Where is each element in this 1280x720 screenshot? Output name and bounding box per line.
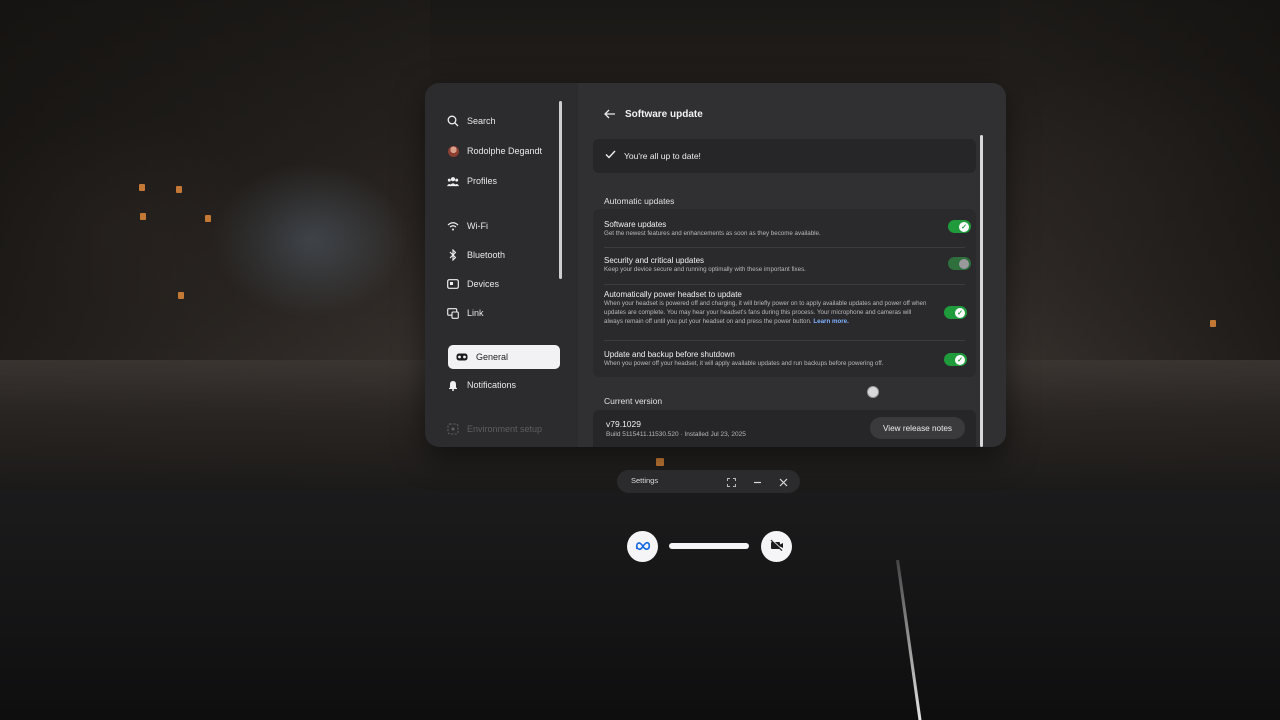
sidebar-item-label: Link	[467, 308, 484, 318]
check-icon: ✓	[959, 221, 969, 232]
sidebar-item-label: Wi-Fi	[467, 221, 488, 231]
setting-description: Keep your device secure and running opti…	[604, 266, 806, 273]
window-title: Settings	[631, 476, 659, 485]
settings-main: Software update You're all up to date! A…	[578, 83, 1006, 447]
setting-title: Update and backup before shutdown	[604, 350, 735, 359]
environment-light	[656, 458, 664, 466]
environment-light	[205, 215, 211, 222]
setting-description: Get the newest features and enhancements…	[604, 230, 821, 237]
sidebar-item-label: General	[476, 352, 509, 362]
back-arrow-icon[interactable]	[604, 108, 616, 121]
sidebar-item-profiles[interactable]: Profiles	[447, 169, 497, 193]
wifi-icon	[447, 220, 459, 232]
main-scrollbar[interactable]	[980, 135, 983, 447]
settings-panel: Search Rodolphe Degandt Profiles Wi-Fi B…	[425, 83, 1006, 447]
setting-update-before-shutdown[interactable]: Update and backup before shutdown When y…	[604, 350, 964, 369]
sidebar-item-label: Rodolphe Degandt	[467, 146, 543, 156]
setting-title: Automatically power headset to update	[604, 290, 742, 299]
check-icon	[605, 150, 616, 162]
camera-button[interactable]	[761, 531, 792, 562]
divider	[604, 284, 965, 285]
update-status-text: You're all up to date!	[624, 151, 701, 161]
view-release-notes-button[interactable]: View release notes	[870, 417, 965, 439]
sidebar-item-label: Devices	[467, 279, 500, 289]
check-icon: ✓	[955, 354, 965, 365]
search-icon	[447, 115, 459, 127]
setting-title: Security and critical updates	[604, 256, 705, 265]
sidebar-item-label: Search	[467, 116, 496, 126]
sidebar-item-link[interactable]: Link	[447, 301, 484, 325]
link-icon	[447, 307, 459, 319]
meta-logo-icon	[635, 538, 651, 556]
avatar	[447, 145, 459, 157]
setting-software-updates[interactable]: Software updates Get the newest features…	[604, 220, 964, 239]
version-number: v79.1029	[606, 419, 641, 429]
minimize-icon[interactable]	[749, 474, 765, 490]
environment-floor	[0, 490, 1280, 720]
expand-icon[interactable]	[723, 474, 739, 490]
auto-power-toggle[interactable]: ✓	[944, 306, 967, 319]
camera-off-icon	[770, 538, 784, 556]
software-updates-toggle[interactable]: ✓	[948, 220, 971, 233]
learn-more-link[interactable]: Learn more.	[813, 318, 848, 325]
profiles-icon	[447, 175, 459, 187]
universal-menu-bar[interactable]	[669, 543, 749, 549]
environment-icon	[447, 423, 459, 435]
build-info: Build 5115411.11530.520 · Installed Jul …	[606, 431, 746, 438]
bell-icon	[447, 379, 459, 391]
headset-icon	[456, 351, 468, 363]
sidebar-item-notifications[interactable]: Notifications	[447, 373, 516, 397]
sidebar-item-bluetooth[interactable]: Bluetooth	[447, 243, 505, 267]
window-bar[interactable]: Settings	[617, 470, 800, 493]
setting-security-updates[interactable]: Security and critical updates Keep your …	[604, 256, 964, 275]
settings-sidebar: Search Rodolphe Degandt Profiles Wi-Fi B…	[425, 83, 578, 447]
current-version-card: v79.1029 Build 5115411.11530.520 · Insta…	[593, 410, 976, 447]
setting-title: Software updates	[604, 220, 667, 229]
sidebar-scrollbar[interactable]	[559, 101, 562, 279]
sidebar-item-environment-setup[interactable]: Environment setup	[447, 417, 542, 441]
sidebar-item-account[interactable]: Rodolphe Degandt	[447, 139, 542, 163]
page-title: Software update	[625, 109, 703, 120]
sidebar-item-wifi[interactable]: Wi-Fi	[447, 214, 488, 238]
environment-light	[139, 184, 145, 191]
bluetooth-icon	[447, 249, 459, 261]
page-header: Software update	[604, 108, 703, 121]
meta-menu-button[interactable]	[627, 531, 658, 562]
pointer-cursor	[867, 386, 879, 398]
check-icon: ✓	[955, 307, 965, 318]
divider	[604, 247, 965, 248]
divider	[604, 340, 965, 341]
automatic-updates-group: Software updates Get the newest features…	[593, 209, 976, 377]
current-version-heading: Current version	[604, 396, 663, 406]
setting-description: When you power off your headset, it will…	[604, 360, 884, 367]
sidebar-item-label: Bluetooth	[467, 250, 506, 260]
backup-shutdown-toggle[interactable]: ✓	[944, 353, 967, 366]
close-icon[interactable]	[775, 474, 791, 490]
devices-icon	[447, 278, 459, 290]
setting-auto-power-headset[interactable]: Automatically power headset to update Wh…	[604, 290, 964, 327]
sidebar-item-search[interactable]: Search	[447, 109, 496, 133]
environment-light	[140, 213, 146, 220]
update-status-card: You're all up to date!	[593, 139, 976, 173]
sidebar-item-label: Environment setup	[467, 424, 543, 434]
sidebar-item-label: Notifications	[467, 380, 517, 390]
environment-light	[176, 186, 182, 193]
setting-description: When your headset is powered off and cha…	[604, 300, 929, 327]
sidebar-item-label: Profiles	[467, 176, 498, 186]
automatic-updates-heading: Automatic updates	[604, 196, 675, 206]
environment-light	[178, 292, 184, 299]
setting-description-text: When your headset is powered off and cha…	[604, 300, 927, 325]
security-updates-toggle	[948, 257, 971, 270]
sidebar-item-devices[interactable]: Devices	[447, 272, 499, 296]
sidebar-item-general[interactable]: General	[448, 345, 560, 369]
environment-light	[1210, 320, 1216, 327]
